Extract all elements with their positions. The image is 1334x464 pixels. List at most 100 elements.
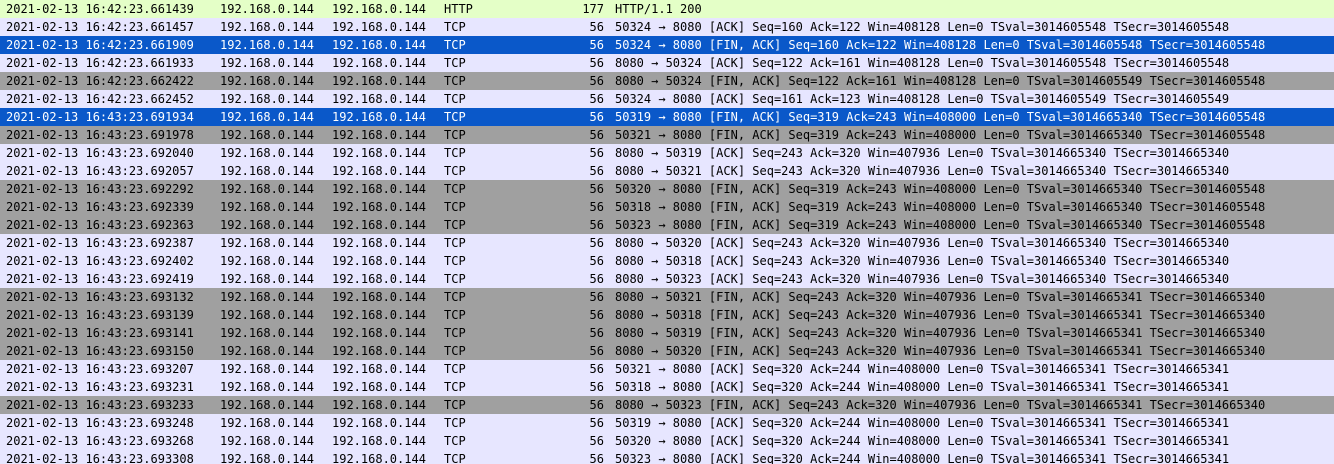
packet-protocol: TCP	[444, 398, 466, 412]
packet-protocol: HTTP	[444, 2, 473, 16]
packet-time: 2021-02-13 16:43:23.692363	[6, 218, 194, 232]
packet-row[interactable]: 2021-02-13 16:43:23.692339 192.168.0.144…	[0, 198, 1334, 216]
packet-row[interactable]: 2021-02-13 16:43:23.692402 192.168.0.144…	[0, 252, 1334, 270]
packet-length: 56	[589, 380, 604, 394]
packet-row[interactable]: 2021-02-13 16:43:23.692040 192.168.0.144…	[0, 144, 1334, 162]
packet-time: 2021-02-13 16:43:23.692040	[6, 146, 194, 160]
packet-length: 56	[589, 110, 604, 124]
packet-source: 192.168.0.144	[220, 146, 314, 160]
packet-info: 8080 → 50321 [ACK] Seq=243 Ack=320 Win=4…	[615, 164, 1230, 178]
packet-info: 50321 → 8080 [FIN, ACK] Seq=319 Ack=243 …	[615, 128, 1266, 142]
packet-row[interactable]: 2021-02-13 16:43:23.693132 192.168.0.144…	[0, 288, 1334, 306]
packet-source: 192.168.0.144	[220, 182, 314, 196]
packet-row[interactable]: 2021-02-13 16:43:23.693139 192.168.0.144…	[0, 306, 1334, 324]
packet-time: 2021-02-13 16:43:23.693207	[6, 362, 194, 376]
packet-time: 2021-02-13 16:43:23.693248	[6, 416, 194, 430]
packet-length: 56	[589, 236, 604, 250]
packet-row[interactable]: 2021-02-13 16:43:23.691978 192.168.0.144…	[0, 126, 1334, 144]
packet-protocol: TCP	[444, 416, 466, 430]
packet-time: 2021-02-13 16:42:23.661909	[6, 38, 194, 52]
packet-length: 56	[589, 128, 604, 142]
packet-destination: 192.168.0.144	[332, 110, 426, 124]
packet-time: 2021-02-13 16:43:23.693233	[6, 398, 194, 412]
packet-length: 56	[589, 146, 604, 160]
packet-info: 50320 → 8080 [ACK] Seq=320 Ack=244 Win=4…	[615, 434, 1230, 448]
packet-length: 56	[589, 362, 604, 376]
packet-row[interactable]: 2021-02-13 16:43:23.693150 192.168.0.144…	[0, 342, 1334, 360]
packet-time: 2021-02-13 16:43:23.692419	[6, 272, 194, 286]
packet-time: 2021-02-13 16:43:23.691978	[6, 128, 194, 142]
packet-protocol: TCP	[444, 236, 466, 250]
packet-info: 50321 → 8080 [ACK] Seq=320 Ack=244 Win=4…	[615, 362, 1230, 376]
packet-row[interactable]: 2021-02-13 16:43:23.693308 192.168.0.144…	[0, 450, 1334, 464]
packet-source: 192.168.0.144	[220, 200, 314, 214]
packet-protocol: TCP	[444, 182, 466, 196]
packet-protocol: TCP	[444, 146, 466, 160]
packet-row[interactable]: 2021-02-13 16:43:23.693233 192.168.0.144…	[0, 396, 1334, 414]
packet-row[interactable]: 2021-02-13 16:43:23.692057 192.168.0.144…	[0, 162, 1334, 180]
packet-row[interactable]: 2021-02-13 16:43:23.693248 192.168.0.144…	[0, 414, 1334, 432]
packet-length: 56	[589, 452, 604, 464]
packet-time: 2021-02-13 16:42:23.661457	[6, 20, 194, 34]
packet-length: 56	[589, 416, 604, 430]
packet-info: 8080 → 50324 [ACK] Seq=122 Ack=161 Win=4…	[615, 56, 1230, 70]
packet-destination: 192.168.0.144	[332, 164, 426, 178]
packet-length: 56	[589, 182, 604, 196]
packet-source: 192.168.0.144	[220, 380, 314, 394]
packet-destination: 192.168.0.144	[332, 290, 426, 304]
packet-info: 50319 → 8080 [FIN, ACK] Seq=319 Ack=243 …	[615, 110, 1266, 124]
packet-protocol: TCP	[444, 128, 466, 142]
packet-protocol: TCP	[444, 164, 466, 178]
packet-destination: 192.168.0.144	[332, 272, 426, 286]
packet-row[interactable]: 2021-02-13 16:43:23.692292 192.168.0.144…	[0, 180, 1334, 198]
packet-info: 50323 → 8080 [ACK] Seq=320 Ack=244 Win=4…	[615, 452, 1230, 464]
packet-length: 56	[589, 254, 604, 268]
packet-time: 2021-02-13 16:43:23.692402	[6, 254, 194, 268]
packet-row[interactable]: 2021-02-13 16:43:23.693268 192.168.0.144…	[0, 432, 1334, 450]
packet-row[interactable]: 2021-02-13 16:42:23.661439 192.168.0.144…	[0, 0, 1334, 18]
packet-destination: 192.168.0.144	[332, 20, 426, 34]
packet-row[interactable]: 2021-02-13 16:43:23.692387 192.168.0.144…	[0, 234, 1334, 252]
packet-row[interactable]: 2021-02-13 16:42:23.662452 192.168.0.144…	[0, 90, 1334, 108]
packet-row[interactable]: 2021-02-13 16:42:23.661933 192.168.0.144…	[0, 54, 1334, 72]
packet-info: 50323 → 8080 [FIN, ACK] Seq=319 Ack=243 …	[615, 218, 1266, 232]
packet-row[interactable]: 2021-02-13 16:43:23.693141 192.168.0.144…	[0, 324, 1334, 342]
packet-destination: 192.168.0.144	[332, 92, 426, 106]
packet-info: 8080 → 50319 [ACK] Seq=243 Ack=320 Win=4…	[615, 146, 1230, 160]
packet-source: 192.168.0.144	[220, 236, 314, 250]
packet-info: 50324 → 8080 [ACK] Seq=160 Ack=122 Win=4…	[615, 20, 1230, 34]
packet-row[interactable]: 2021-02-13 16:42:23.661909 192.168.0.144…	[0, 36, 1334, 54]
packet-info: 50324 → 8080 [FIN, ACK] Seq=160 Ack=122 …	[615, 38, 1266, 52]
packet-info: 50324 → 8080 [ACK] Seq=161 Ack=123 Win=4…	[615, 92, 1230, 106]
packet-row[interactable]: 2021-02-13 16:43:23.693231 192.168.0.144…	[0, 378, 1334, 396]
packet-source: 192.168.0.144	[220, 74, 314, 88]
packet-row[interactable]: 2021-02-13 16:43:23.691934 192.168.0.144…	[0, 108, 1334, 126]
packet-destination: 192.168.0.144	[332, 326, 426, 340]
packet-time: 2021-02-13 16:43:23.693150	[6, 344, 194, 358]
packet-protocol: TCP	[444, 20, 466, 34]
packet-info: 8080 → 50321 [FIN, ACK] Seq=243 Ack=320 …	[615, 290, 1266, 304]
packet-protocol: TCP	[444, 218, 466, 232]
packet-source: 192.168.0.144	[220, 362, 314, 376]
packet-source: 192.168.0.144	[220, 92, 314, 106]
packet-destination: 192.168.0.144	[332, 128, 426, 142]
packet-destination: 192.168.0.144	[332, 254, 426, 268]
packet-destination: 192.168.0.144	[332, 56, 426, 70]
packet-protocol: TCP	[444, 272, 466, 286]
packet-info: 8080 → 50319 [FIN, ACK] Seq=243 Ack=320 …	[615, 326, 1266, 340]
packet-row[interactable]: 2021-02-13 16:42:23.661457 192.168.0.144…	[0, 18, 1334, 36]
packet-destination: 192.168.0.144	[332, 308, 426, 322]
packet-destination: 192.168.0.144	[332, 2, 426, 16]
packet-protocol: TCP	[444, 326, 466, 340]
packet-row[interactable]: 2021-02-13 16:43:23.693207 192.168.0.144…	[0, 360, 1334, 378]
packet-time: 2021-02-13 16:43:23.693231	[6, 380, 194, 394]
packet-destination: 192.168.0.144	[332, 380, 426, 394]
packet-length: 56	[589, 92, 604, 106]
packet-row[interactable]: 2021-02-13 16:43:23.692419 192.168.0.144…	[0, 270, 1334, 288]
packet-destination: 192.168.0.144	[332, 452, 426, 464]
packet-row[interactable]: 2021-02-13 16:43:23.692363 192.168.0.144…	[0, 216, 1334, 234]
packet-protocol: TCP	[444, 290, 466, 304]
packet-row[interactable]: 2021-02-13 16:42:23.662422 192.168.0.144…	[0, 72, 1334, 90]
packet-info: 50319 → 8080 [ACK] Seq=320 Ack=244 Win=4…	[615, 416, 1230, 430]
packet-list[interactable]: 2021-02-13 16:42:23.661439 192.168.0.144…	[0, 0, 1334, 464]
